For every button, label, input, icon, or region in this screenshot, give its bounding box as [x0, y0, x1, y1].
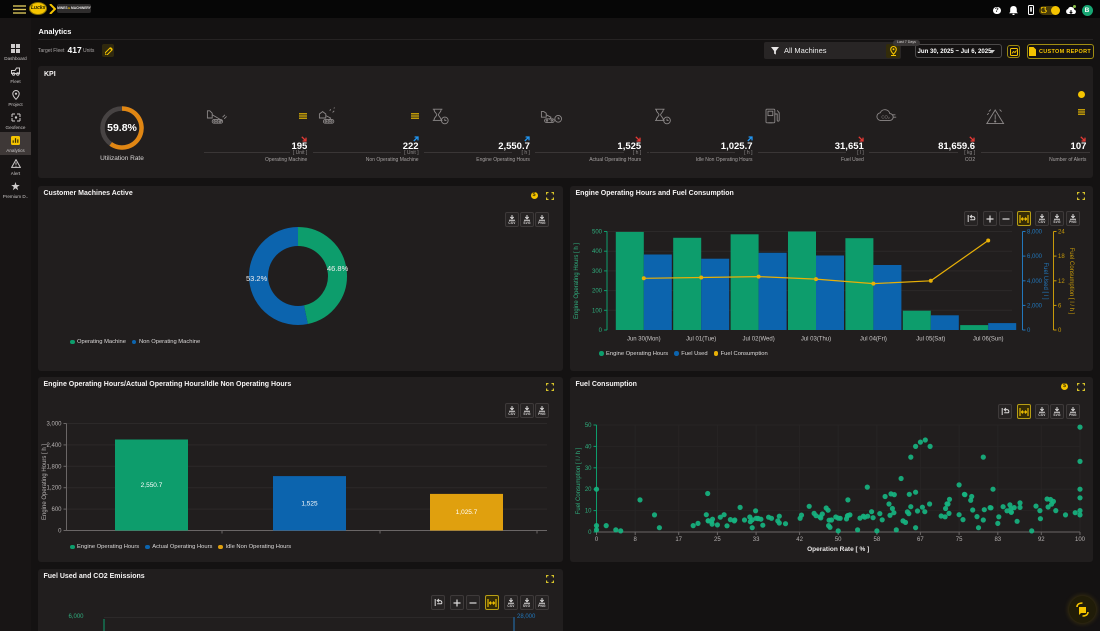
svg-text:50: 50	[835, 537, 842, 543]
svg-text:20: 20	[585, 487, 592, 493]
svg-text:10: 10	[585, 509, 592, 515]
svg-text:58: 58	[874, 537, 881, 543]
svg-text:Fuel Used [ l ]: Fuel Used [ l ]	[1042, 262, 1048, 299]
svg-text:100: 100	[1075, 537, 1086, 543]
svg-text:Engine Operating Hours [ h ]: Engine Operating Hours [ h ]	[42, 444, 48, 520]
svg-text:Operation Rate [ % ]: Operation Rate [ % ]	[807, 546, 869, 553]
svg-text:1,800: 1,800	[46, 464, 62, 470]
svg-text:0: 0	[58, 529, 62, 535]
svg-text:67: 67	[917, 537, 924, 543]
svg-text:1,525: 1,525	[301, 500, 318, 507]
svg-text:300: 300	[592, 269, 603, 275]
svg-text:4,000: 4,000	[1027, 279, 1043, 285]
svg-text:2,000: 2,000	[1027, 303, 1043, 309]
svg-text:3,000: 3,000	[46, 422, 62, 428]
svg-text:83: 83	[994, 537, 1001, 543]
svg-text:75: 75	[956, 537, 963, 543]
svg-text:0: 0	[1058, 328, 1062, 334]
svg-text:1,200: 1,200	[46, 486, 62, 492]
svg-text:17: 17	[675, 537, 682, 543]
svg-text:8: 8	[634, 537, 638, 543]
svg-text:30: 30	[585, 466, 592, 472]
svg-text:0: 0	[1027, 328, 1031, 334]
svg-text:Jul 05(Sat): Jul 05(Sat)	[916, 337, 945, 343]
svg-text:Jul 06(Sun): Jul 06(Sun)	[973, 337, 1004, 343]
svg-text:Jul 04(Fri): Jul 04(Fri)	[860, 337, 887, 343]
svg-text:Jul 01(Tue): Jul 01(Tue)	[686, 337, 716, 343]
svg-text:Jul 02(Wed): Jul 02(Wed)	[742, 337, 774, 343]
svg-text:92: 92	[1038, 537, 1045, 543]
svg-text:6: 6	[1058, 303, 1062, 309]
svg-text:24: 24	[1058, 230, 1065, 236]
svg-text:0: 0	[588, 530, 592, 536]
svg-text:600: 600	[51, 507, 62, 513]
svg-text:50: 50	[585, 423, 592, 429]
svg-text:1,025.7: 1,025.7	[456, 509, 478, 516]
svg-text:Fuel Consumption [ l / h ]: Fuel Consumption [ l / h ]	[1068, 248, 1074, 315]
svg-text:6,000: 6,000	[1027, 254, 1043, 260]
svg-text:2,550.7: 2,550.7	[141, 482, 163, 489]
svg-text:Jul 03(Thu): Jul 03(Thu)	[801, 337, 831, 343]
svg-text:Engine Operating Hours [ h ]: Engine Operating Hours [ h ]	[574, 243, 580, 319]
svg-text:2,400: 2,400	[46, 443, 62, 449]
svg-text:8,000: 8,000	[1027, 230, 1043, 236]
svg-text:200: 200	[592, 289, 603, 295]
svg-text:33: 33	[753, 537, 760, 543]
svg-text:CO₂: CO₂	[881, 114, 890, 119]
svg-text:400: 400	[592, 249, 603, 255]
svg-text:42: 42	[796, 537, 803, 543]
svg-text:12: 12	[1058, 279, 1065, 285]
svg-text:Fuel Consumption [ l / h ]: Fuel Consumption [ l / h ]	[576, 447, 582, 514]
svg-text:Jun 30(Mon): Jun 30(Mon)	[627, 337, 661, 343]
svg-text:100: 100	[592, 308, 603, 314]
svg-text:40: 40	[585, 444, 592, 450]
svg-text:0: 0	[599, 328, 603, 334]
svg-text:0: 0	[595, 537, 599, 543]
svg-text:18: 18	[1058, 254, 1065, 260]
svg-text:25: 25	[714, 537, 721, 543]
svg-text:500: 500	[592, 230, 603, 236]
